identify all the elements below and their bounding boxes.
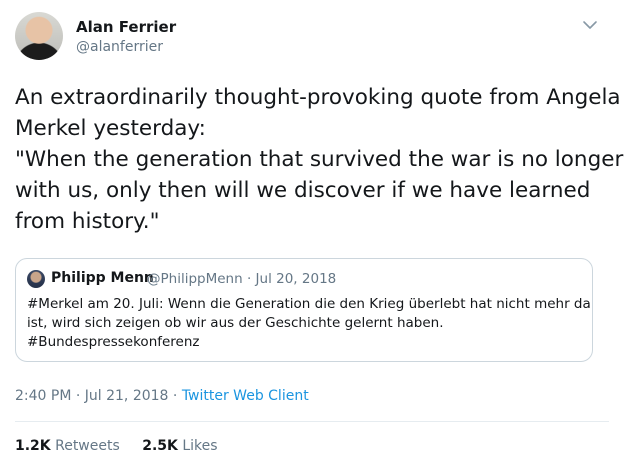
quoted-line: #Bundespressekonferenz [27,334,200,350]
retweets-count: 1.2K [15,438,51,454]
divider [15,421,609,422]
retweets-label: Retweets [55,438,120,454]
likes-label: Likes [182,438,218,454]
author-avatar[interactable] [15,12,63,60]
quoted-meta: @PhilippMenn · Jul 20, 2018 [147,271,336,287]
quoted-separator: · [246,271,252,287]
retweets-stat[interactable]: 1.2K Retweets [15,438,120,454]
tweet-stats: 1.2K Retweets 2.5K Likes [15,438,236,454]
quoted-text: #Merkel am 20. Juli: Wenn die Generation… [27,295,591,352]
client-link[interactable]: Twitter Web Client [182,388,309,404]
author-name[interactable]: Alan Ferrier [76,18,176,36]
likes-stat[interactable]: 2.5K Likes [142,438,217,454]
quoted-line: ist, wird sich zeigen ob wir aus der Ges… [27,315,444,331]
timestamp-separator: · [172,388,178,404]
quoted-tweet[interactable]: Philipp Menn @PhilippMenn · Jul 20, 2018… [15,258,593,362]
likes-count: 2.5K [142,438,178,454]
quoted-author-handle: @PhilippMenn [147,271,243,287]
tweet-line: Merkel yesterday: [15,116,206,141]
tweet-line: "When the generation that survived the w… [15,147,624,172]
quoted-line: #Merkel am 20. Juli: Wenn die Generation… [27,296,591,312]
tweet-line: An extraordinarily thought-provoking quo… [15,85,621,110]
tweet-time-date[interactable]: 2:40 PM · Jul 21, 2018 [15,388,168,404]
tweet-text: An extraordinarily thought-provoking quo… [15,82,624,237]
author-handle[interactable]: @alanferrier [76,39,163,55]
quoted-date: Jul 20, 2018 [255,271,337,287]
tweet-line: from history." [15,209,160,234]
quoted-author-name: Philipp Menn [51,270,154,286]
tweet-line: with us, only then will we discover if w… [15,178,591,203]
chevron-down-icon[interactable] [580,17,600,31]
quoted-avatar [27,270,45,288]
tweet-timestamp: 2:40 PM · Jul 21, 2018 · Twitter Web Cli… [15,388,309,404]
